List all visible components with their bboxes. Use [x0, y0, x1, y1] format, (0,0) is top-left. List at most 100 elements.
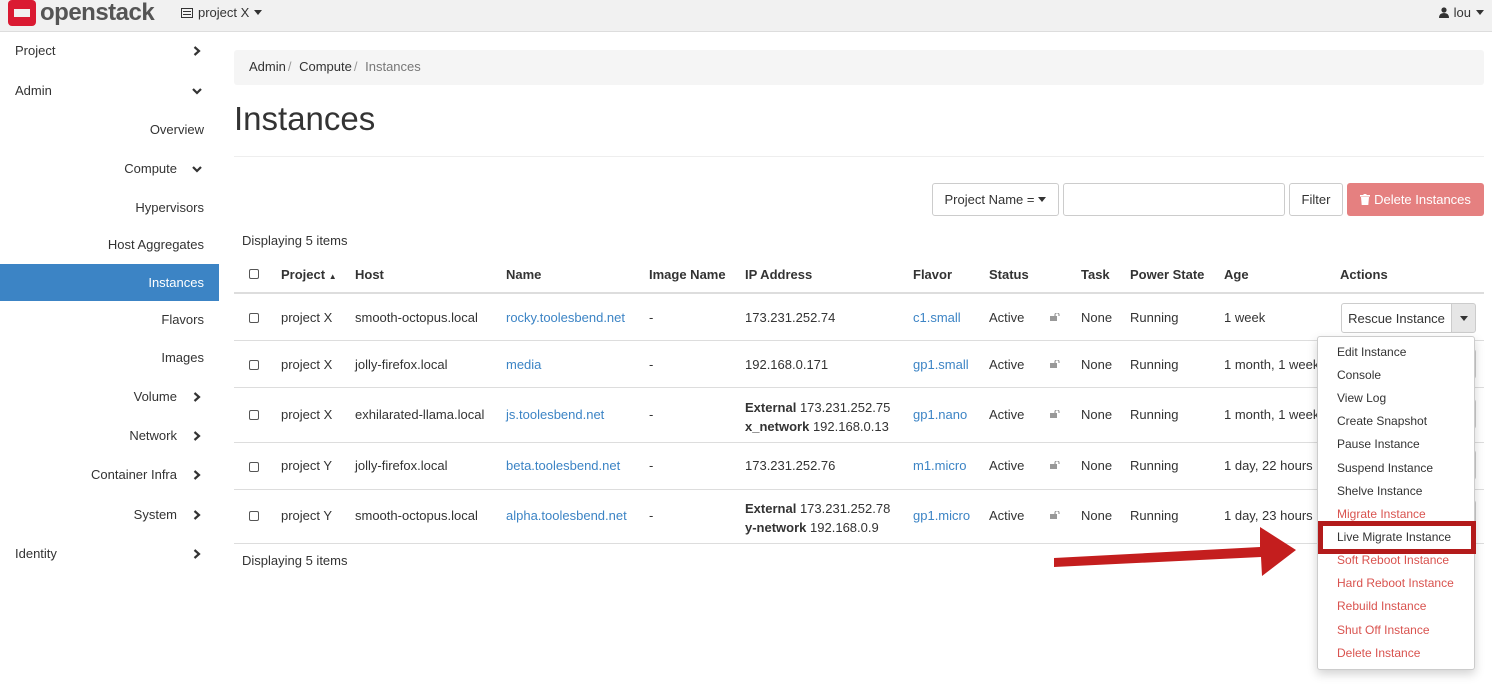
- sidebar-item-label: Flavors: [161, 312, 204, 327]
- flavor-link[interactable]: gp1.small: [913, 357, 969, 372]
- menu-item-create-snapshot[interactable]: Create Snapshot: [1337, 414, 1427, 428]
- sidebar-item-instances[interactable]: Instances: [0, 264, 219, 301]
- menu-item-console[interactable]: Console: [1337, 368, 1381, 382]
- breadcrumb: Admin / Compute / Instances: [234, 50, 1484, 85]
- breadcrumb-compute[interactable]: Compute: [299, 59, 352, 74]
- sidebar-item-label: Compute: [124, 161, 177, 176]
- menu-item-pause-instance[interactable]: Pause Instance: [1337, 437, 1420, 451]
- ip-network-label: y-network: [745, 520, 807, 535]
- row-checkbox[interactable]: [249, 360, 259, 370]
- cell-project: project Y: [281, 458, 333, 473]
- instance-name-link[interactable]: media: [506, 357, 541, 372]
- sidebar-item-flavors[interactable]: Flavors: [0, 301, 219, 338]
- flavor-link[interactable]: gp1.nano: [913, 407, 967, 422]
- row-checkbox[interactable]: [249, 410, 259, 420]
- cell-image-name: -: [649, 407, 654, 422]
- cell-project: project X: [281, 407, 333, 422]
- breadcrumb-current: Instances: [365, 59, 421, 74]
- sidebar-item-project[interactable]: Project: [0, 32, 219, 69]
- flavor-link[interactable]: m1.micro: [913, 458, 966, 473]
- menu-item-delete-instance[interactable]: Delete Instance: [1337, 646, 1420, 660]
- sidebar-item-host-aggregates[interactable]: Host Aggregates: [0, 226, 219, 263]
- row-actions-toggle[interactable]: [1451, 303, 1476, 333]
- sidebar-item-label: Images: [161, 350, 204, 365]
- menu-item-shelve-instance[interactable]: Shelve Instance: [1337, 484, 1422, 498]
- delete-instances-label: Delete Instances: [1374, 192, 1471, 207]
- instance-name-link[interactable]: js.toolesbend.net: [506, 407, 604, 422]
- menu-item-migrate-instance[interactable]: Migrate Instance: [1337, 507, 1426, 521]
- header-actions: Actions: [1340, 267, 1388, 282]
- project-switcher[interactable]: project X: [181, 5, 263, 20]
- unlocked-icon: [1050, 313, 1060, 321]
- menu-item-hard-reboot-instance[interactable]: Hard Reboot Instance: [1337, 576, 1454, 590]
- filter-input[interactable]: [1063, 183, 1285, 216]
- header-project[interactable]: Project ▲: [281, 267, 337, 282]
- select-all-checkbox[interactable]: [249, 269, 259, 279]
- row-checkbox[interactable]: [249, 462, 259, 472]
- cell-host: jolly-firefox.local: [355, 357, 448, 372]
- header-image-name[interactable]: Image Name: [649, 267, 726, 282]
- row-checkbox[interactable]: [249, 313, 259, 323]
- cell-status: Active: [989, 310, 1025, 325]
- filter-button[interactable]: Filter: [1289, 183, 1343, 216]
- flavor-link[interactable]: c1.small: [913, 310, 961, 325]
- sidebar-item-label: Volume: [133, 389, 177, 404]
- delete-instances-button[interactable]: Delete Instances: [1347, 183, 1484, 216]
- header-power-state[interactable]: Power State: [1130, 267, 1204, 282]
- header-age[interactable]: Age: [1224, 267, 1249, 282]
- openstack-logo-icon: [8, 0, 36, 26]
- sidebar-item-volume[interactable]: Volume: [0, 378, 219, 415]
- menu-item-view-log[interactable]: View Log: [1337, 391, 1386, 405]
- cell-project: project X: [281, 357, 333, 372]
- header-name[interactable]: Name: [506, 267, 541, 282]
- row-checkbox[interactable]: [249, 511, 259, 521]
- cell-host: exhilarated-llama.local: [355, 407, 485, 422]
- instance-name-link[interactable]: alpha.toolesbend.net: [506, 508, 627, 523]
- cell-host: smooth-octopus.local: [355, 310, 478, 325]
- user-menu[interactable]: lou: [1438, 5, 1484, 20]
- cell-ip-address: 173.231.252.76: [745, 458, 836, 473]
- row-actions-menu: Edit Instance Console View Log Create Sn…: [1317, 336, 1475, 670]
- chevron-down-icon: [192, 87, 202, 95]
- cell-ip-address: External 173.231.252.78 y-network 192.16…: [745, 499, 890, 537]
- chevron-right-icon: [193, 391, 201, 402]
- cell-project: project Y: [281, 508, 333, 523]
- filter-field-label: Project Name =: [944, 192, 1035, 207]
- sidebar-item-hypervisors[interactable]: Hypervisors: [0, 189, 219, 226]
- menu-item-suspend-instance[interactable]: Suspend Instance: [1337, 461, 1433, 475]
- sidebar-item-compute[interactable]: Compute: [0, 150, 219, 187]
- flavor-link[interactable]: gp1.micro: [913, 508, 970, 523]
- cell-project: project X: [281, 310, 333, 325]
- cell-image-name: -: [649, 508, 654, 523]
- sidebar-item-identity[interactable]: Identity: [0, 535, 219, 572]
- item-count-top: Displaying 5 items: [242, 233, 348, 248]
- cell-age: 1 month, 1 week: [1224, 357, 1320, 372]
- header-host[interactable]: Host: [355, 267, 384, 282]
- cell-host: jolly-firefox.local: [355, 458, 448, 473]
- breadcrumb-admin[interactable]: Admin: [249, 59, 286, 74]
- unlocked-icon: [1050, 461, 1060, 469]
- menu-item-edit-instance[interactable]: Edit Instance: [1337, 345, 1406, 359]
- instance-name-link[interactable]: beta.toolesbend.net: [506, 458, 620, 473]
- header-status[interactable]: Status: [989, 267, 1029, 282]
- ip-network-label: External: [745, 400, 797, 415]
- filter-field-select[interactable]: Project Name =: [932, 183, 1059, 216]
- sidebar-item-system[interactable]: System: [0, 496, 219, 533]
- sidebar-item-container-infra[interactable]: Container Infra: [0, 456, 219, 493]
- sidebar-item-admin[interactable]: Admin: [0, 72, 219, 109]
- instance-name-link[interactable]: rocky.toolesbend.net: [506, 310, 625, 325]
- sidebar-item-overview[interactable]: Overview: [0, 111, 219, 148]
- menu-item-soft-reboot-instance[interactable]: Soft Reboot Instance: [1337, 553, 1449, 567]
- openstack-logo[interactable]: openstack: [8, 0, 155, 26]
- menu-item-rebuild-instance[interactable]: Rebuild Instance: [1337, 599, 1426, 613]
- cell-image-name: -: [649, 357, 654, 372]
- header-flavor[interactable]: Flavor: [913, 267, 952, 282]
- header-ip-address[interactable]: IP Address: [745, 267, 812, 282]
- rescue-instance-button[interactable]: Rescue Instance: [1341, 303, 1452, 333]
- header-task[interactable]: Task: [1081, 267, 1110, 282]
- sidebar-item-images[interactable]: Images: [0, 339, 219, 376]
- ip-network-label: x_network: [745, 419, 810, 434]
- cell-ip-address: 173.231.252.74: [745, 310, 836, 325]
- menu-item-shut-off-instance[interactable]: Shut Off Instance: [1337, 623, 1430, 637]
- sidebar-item-network[interactable]: Network: [0, 417, 219, 454]
